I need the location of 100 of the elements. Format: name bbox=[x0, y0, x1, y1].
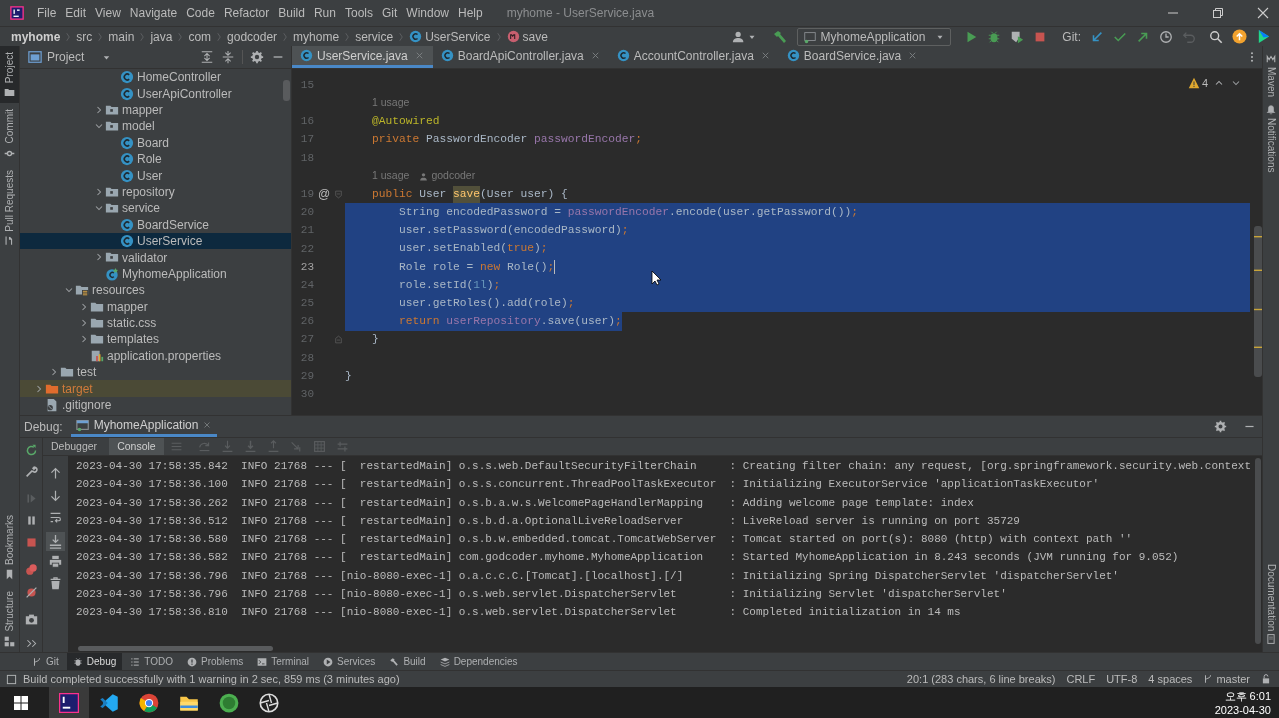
clock-date[interactable]: 2023-04-30 bbox=[1214, 702, 1271, 717]
panel-toggle-icon[interactable] bbox=[6, 673, 17, 685]
force-step-into-icon[interactable] bbox=[243, 440, 257, 453]
bug-icon[interactable] bbox=[987, 29, 1002, 44]
status-message[interactable]: Build completed successfully with 1 warning in 2 sec, 859 ms (3 minutes ago) bbox=[23, 670, 400, 688]
user-icon[interactable] bbox=[731, 29, 746, 44]
breadcrumb[interactable]: main bbox=[108, 27, 135, 46]
tool-window-stripe-button[interactable]: Bookmarks bbox=[0, 509, 19, 586]
step-into-icon[interactable] bbox=[220, 440, 234, 453]
status-item[interactable]: UTF-8 bbox=[1106, 670, 1138, 688]
tree-item[interactable]: application.properties bbox=[20, 347, 291, 365]
update-icon[interactable] bbox=[1232, 29, 1247, 44]
tree-item[interactable]: resources bbox=[20, 282, 291, 299]
menu-item[interactable]: Tools bbox=[344, 4, 373, 22]
tree-item[interactable]: MyhomeApplication bbox=[20, 265, 291, 283]
menu-item[interactable]: Edit bbox=[65, 4, 87, 22]
tool-window-stripe-button[interactable]: Notifications bbox=[1263, 105, 1279, 181]
more-icon[interactable] bbox=[24, 637, 38, 650]
tool-window-button[interactable]: TODO bbox=[124, 653, 179, 670]
search-icon[interactable] bbox=[1209, 29, 1223, 44]
breakpoints-icon[interactable] bbox=[24, 563, 38, 576]
tree-item[interactable]: User bbox=[20, 167, 291, 184]
tree-item[interactable]: static.css bbox=[20, 314, 291, 332]
tree-item[interactable]: .gitignore bbox=[20, 396, 291, 414]
tool-window-stripe-button[interactable]: Documentation bbox=[1263, 563, 1279, 652]
lock-icon[interactable] bbox=[1261, 674, 1271, 684]
tool-window-stripe-button[interactable]: Structure bbox=[0, 585, 19, 652]
tool-window-button[interactable]: Services bbox=[317, 653, 382, 670]
gutter-marker[interactable]: @ bbox=[314, 185, 334, 204]
coverage-icon[interactable] bbox=[1010, 29, 1025, 44]
aperture-app-icon[interactable] bbox=[259, 692, 279, 713]
print-icon[interactable] bbox=[49, 555, 62, 568]
status-item[interactable]: 4 spaces bbox=[1148, 670, 1193, 688]
editor-tab[interactable]: UserService.java bbox=[292, 46, 433, 68]
plugin-icon[interactable] bbox=[1256, 29, 1271, 44]
trash-icon[interactable] bbox=[49, 577, 62, 590]
project-view-icon[interactable] bbox=[28, 50, 42, 64]
editor-tab[interactable]: AccountController.java bbox=[608, 46, 779, 68]
debugger-tab[interactable]: Debugger bbox=[43, 438, 106, 455]
mute-breakpoints-icon[interactable] bbox=[24, 586, 38, 599]
status-item[interactable]: CRLF bbox=[1066, 670, 1096, 688]
breadcrumb[interactable]: java bbox=[150, 27, 173, 46]
tree-item[interactable]: model bbox=[20, 118, 291, 135]
list-icon[interactable] bbox=[169, 440, 183, 453]
resume-icon[interactable] bbox=[24, 492, 38, 505]
breadcrumb[interactable]: save bbox=[506, 27, 548, 46]
scrollbar-thumb[interactable] bbox=[78, 646, 273, 651]
tree-item[interactable]: UserApiController bbox=[20, 85, 291, 102]
tree-item[interactable]: BoardService bbox=[20, 216, 291, 233]
tool-window-stripe-button[interactable]: Pull Requests bbox=[0, 163, 19, 252]
menu-item[interactable]: Window bbox=[406, 4, 449, 22]
menu-item[interactable]: Build bbox=[278, 4, 305, 22]
code-editor-app-icon[interactable] bbox=[99, 692, 119, 713]
tool-window-stripe-button[interactable]: Commit bbox=[0, 103, 19, 164]
start-icon[interactable] bbox=[13, 694, 29, 711]
up-arrow-icon[interactable] bbox=[49, 467, 62, 480]
rerun-icon[interactable] bbox=[24, 444, 38, 457]
menu-item[interactable]: Refactor bbox=[223, 4, 270, 22]
breadcrumb[interactable]: UserService bbox=[409, 27, 491, 46]
menu-item[interactable]: View bbox=[95, 4, 121, 22]
camera-icon[interactable] bbox=[24, 613, 38, 626]
tree-item[interactable]: test bbox=[20, 364, 291, 381]
step-out-icon[interactable] bbox=[266, 440, 280, 453]
status-item[interactable]: master bbox=[1203, 670, 1250, 688]
status-item[interactable]: 20:1 (283 chars, 6 line breaks) bbox=[906, 670, 1056, 688]
breadcrumb[interactable]: myhome bbox=[11, 27, 61, 46]
history-icon[interactable] bbox=[1159, 29, 1173, 44]
breadcrumb[interactable]: service bbox=[355, 27, 394, 46]
scrollbar-thumb[interactable] bbox=[283, 80, 290, 101]
tool-window-button[interactable]: Terminal bbox=[251, 653, 315, 670]
settings-icon[interactable] bbox=[1214, 420, 1227, 433]
tree-item[interactable]: mapper bbox=[20, 101, 291, 119]
usage-hint[interactable]: 1 usage bbox=[372, 95, 410, 112]
run-configuration-dropdown[interactable]: MyhomeApplication bbox=[796, 27, 952, 46]
scrollbar-thumb[interactable] bbox=[1254, 226, 1262, 377]
menu-item[interactable]: Git bbox=[381, 4, 398, 22]
tool-window-stripe-button[interactable]: Maven bbox=[1263, 54, 1279, 105]
down-arrow-icon[interactable] bbox=[49, 489, 62, 502]
editor-tab[interactable]: BoardApiController.java bbox=[432, 46, 609, 68]
warning-count[interactable]: 4 bbox=[1187, 75, 1208, 92]
scrollbar-thumb[interactable] bbox=[1255, 458, 1261, 644]
menu-item[interactable]: Navigate bbox=[129, 4, 178, 22]
ide-app-icon[interactable] bbox=[59, 692, 79, 713]
collapse-all-icon[interactable] bbox=[221, 50, 235, 64]
tree-item[interactable]: templates bbox=[20, 331, 291, 348]
tree-item[interactable]: mapper bbox=[20, 298, 291, 315]
fold-marker-icon[interactable] bbox=[334, 335, 343, 345]
breadcrumb[interactable]: src bbox=[76, 27, 93, 46]
tree-item[interactable]: repository bbox=[20, 183, 291, 201]
menu-item[interactable]: Help bbox=[458, 4, 483, 22]
panel-title[interactable]: Project bbox=[47, 48, 85, 66]
round-app-icon[interactable] bbox=[219, 692, 239, 713]
settings-icon[interactable] bbox=[250, 50, 264, 64]
tree-item[interactable]: service bbox=[20, 200, 291, 217]
tree-item[interactable]: HomeController bbox=[20, 69, 291, 86]
tree-item[interactable]: UserService bbox=[20, 232, 291, 250]
expand-all-icon[interactable] bbox=[200, 50, 214, 64]
usage-hint[interactable]: 1 usage bbox=[372, 168, 410, 184]
step-over-icon[interactable] bbox=[197, 440, 211, 453]
menu-item[interactable]: File bbox=[37, 4, 57, 22]
